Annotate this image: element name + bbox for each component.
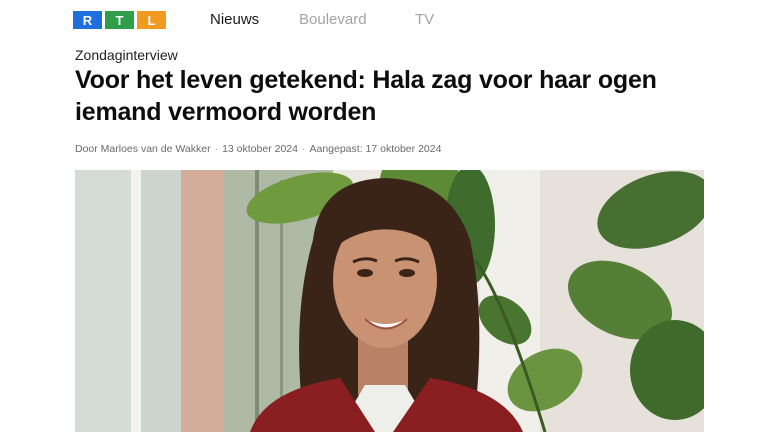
nav-item-nieuws[interactable]: Nieuws bbox=[210, 11, 299, 29]
article-hero-image bbox=[75, 170, 704, 432]
logo-tile-l: L bbox=[137, 11, 166, 29]
publish-date: 13 oktober 2024 bbox=[222, 143, 298, 155]
window-pane bbox=[141, 170, 181, 432]
top-navigation: R T L Nieuws Boulevard TV bbox=[0, 0, 768, 40]
logo-tile-t: T bbox=[105, 11, 134, 29]
article-byline: Door Marloes van de Wakker · 13 oktober … bbox=[75, 142, 441, 156]
nav-item-boulevard[interactable]: Boulevard bbox=[299, 11, 415, 29]
main-nav: Nieuws Boulevard TV bbox=[210, 11, 434, 29]
article-kicker[interactable]: Zondaginterview bbox=[75, 46, 178, 64]
nav-item-tv[interactable]: TV bbox=[415, 11, 434, 29]
rtl-logo[interactable]: R T L bbox=[73, 11, 166, 29]
window-pane-left bbox=[75, 170, 135, 432]
window-frame-pink bbox=[181, 170, 223, 432]
updated-date: Aangepast: 17 oktober 2024 bbox=[309, 143, 442, 155]
author-name[interactable]: Door Marloes van de Wakker bbox=[75, 142, 211, 156]
logo-tile-r: R bbox=[73, 11, 102, 29]
byline-separator: · bbox=[214, 143, 219, 155]
portrait-photo bbox=[75, 170, 704, 432]
byline-separator: · bbox=[301, 143, 306, 155]
article-title: Voor het leven getekend: Hala zag voor h… bbox=[75, 66, 657, 126]
window-frame-left bbox=[131, 170, 141, 432]
